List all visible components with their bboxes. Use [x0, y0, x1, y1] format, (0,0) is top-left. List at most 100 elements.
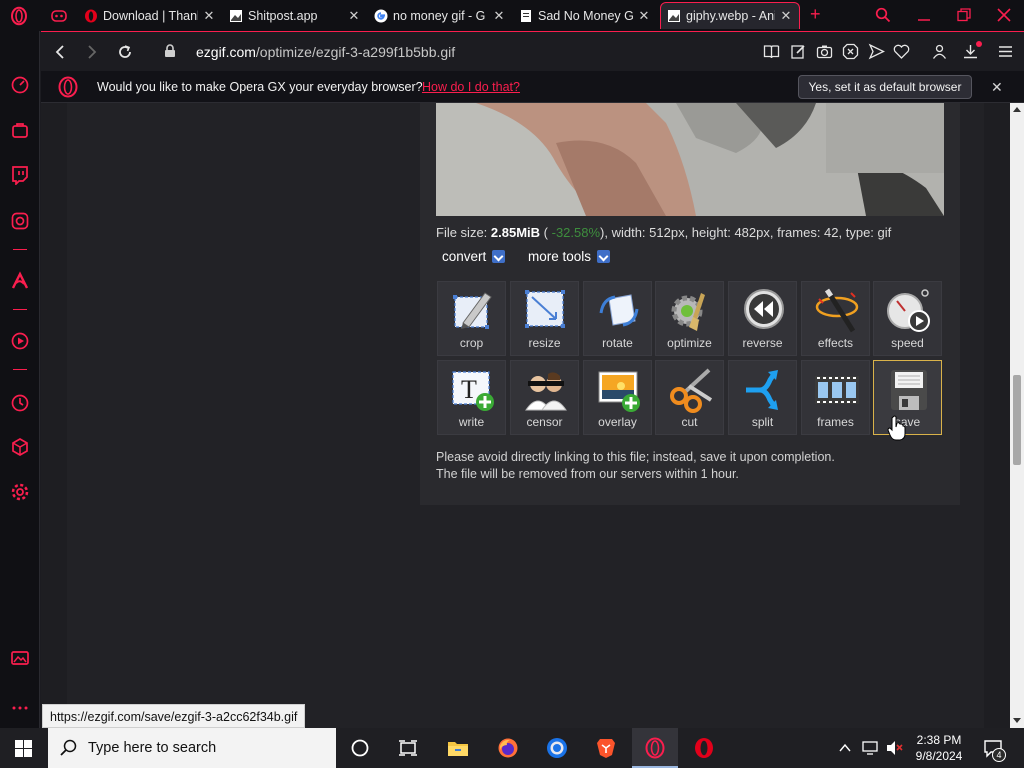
convert-menu[interactable]: convert: [442, 249, 506, 264]
magic-wand-icon: [815, 288, 859, 333]
tool-resize[interactable]: resize: [510, 281, 579, 356]
search-tabs-icon[interactable]: [875, 7, 891, 23]
sidebar-separator: [13, 309, 27, 310]
search-placeholder: Type here to search: [88, 740, 217, 756]
settings-gear-icon[interactable]: [10, 482, 30, 502]
aria-icon[interactable]: [10, 271, 30, 291]
tab-google[interactable]: no money gif - G ✕: [374, 2, 506, 29]
workspaces-icon[interactable]: [50, 8, 68, 24]
close-tab-icon[interactable]: ✕: [492, 8, 506, 24]
scroll-up-icon[interactable]: [1013, 106, 1021, 114]
twitch-icon[interactable]: [10, 165, 30, 185]
speed-dial-icon[interactable]: [10, 75, 30, 95]
tab-sad-no-money[interactable]: Sad No Money G ✕: [519, 2, 651, 29]
more-tools-menu[interactable]: more tools: [528, 249, 611, 264]
page-scrollbar[interactable]: [1010, 103, 1024, 728]
tool-cut[interactable]: cut: [655, 360, 724, 435]
lock-icon[interactable]: [162, 43, 178, 59]
heart-icon[interactable]: [893, 43, 910, 60]
tab-giphy-active[interactable]: giphy.webp - Ani ✕: [660, 2, 800, 29]
tool-save[interactable]: save: [873, 360, 942, 435]
opera-gx-logo-icon[interactable]: [9, 6, 29, 26]
tool-effects[interactable]: effects: [801, 281, 870, 356]
url-field[interactable]: ezgif.com/optimize/ezgif-3-a299f1b5bb.gi…: [196, 44, 455, 60]
size-reduction: -32.58%: [551, 225, 601, 240]
notification-count-badge: 4: [992, 748, 1006, 762]
more-options-icon[interactable]: [10, 698, 30, 718]
tool-label: censor: [526, 415, 563, 429]
adblock-shield-icon[interactable]: [842, 43, 859, 60]
easy-setup-icon[interactable]: [997, 43, 1014, 60]
how-do-i-link[interactable]: How do I do that?: [422, 80, 520, 94]
task-view-icon[interactable]: [397, 737, 419, 759]
more-tools-label: more tools: [528, 249, 592, 264]
shopping-bag-icon[interactable]: [10, 120, 30, 140]
tool-optimize[interactable]: optimize: [655, 281, 724, 356]
tool-censor[interactable]: censor: [510, 360, 579, 435]
close-notification-icon[interactable]: ✕: [991, 79, 1003, 96]
rewind-icon: [744, 289, 784, 329]
scroll-thumb[interactable]: [1013, 375, 1021, 465]
show-hidden-icons-icon[interactable]: [838, 742, 852, 754]
cortana-icon[interactable]: [349, 737, 371, 759]
scroll-down-icon[interactable]: [1013, 716, 1021, 724]
new-tab-button[interactable]: +: [810, 4, 821, 25]
profile-icon[interactable]: [931, 43, 948, 60]
reader-icon[interactable]: [763, 43, 780, 60]
url-domain: ezgif.com: [196, 44, 256, 60]
history-icon[interactable]: [10, 393, 30, 413]
tool-split[interactable]: split: [728, 360, 797, 435]
file-info-paren: (: [540, 225, 552, 240]
firefox-icon[interactable]: [497, 737, 519, 759]
extensions-icon[interactable]: [10, 437, 30, 457]
volume-muted-icon[interactable]: [886, 740, 904, 756]
opera-taskbar-icon[interactable]: [693, 737, 715, 759]
tool-reverse[interactable]: reverse: [728, 281, 797, 356]
taskbar-search-box[interactable]: Type here to search: [48, 728, 336, 768]
file-explorer-icon[interactable]: [447, 737, 469, 759]
notice-line: Please avoid directly linking to this fi…: [436, 450, 835, 464]
minimize-icon[interactable]: [917, 8, 931, 22]
tool-rotate[interactable]: rotate: [583, 281, 652, 356]
reload-icon[interactable]: [115, 42, 135, 62]
close-tab-icon[interactable]: ✕: [202, 8, 216, 24]
wallpaper-icon[interactable]: [10, 648, 30, 668]
opera-gx-taskbar-icon[interactable]: [644, 737, 666, 759]
close-tab-icon[interactable]: ✕: [637, 8, 651, 24]
download-badge-dot: [976, 41, 982, 47]
back-icon[interactable]: [50, 42, 70, 62]
tab-download[interactable]: Download | Thank ✕: [84, 2, 216, 29]
scissors-icon: [670, 368, 713, 413]
sidebar-separator: [13, 369, 27, 370]
system-clock[interactable]: 2:38 PM 9/8/2024: [910, 732, 968, 764]
tab-title: no money gif - G: [393, 8, 486, 23]
default-browser-notification: Would you like to make Opera GX your eve…: [41, 71, 1024, 103]
camera-icon[interactable]: [816, 43, 833, 60]
tab-strip: Download | Thank ✕ Shitpost.app ✕ no mon…: [0, 0, 1024, 31]
set-default-browser-button[interactable]: Yes, set it as default browser: [798, 75, 972, 99]
close-tab-icon[interactable]: ✕: [347, 8, 361, 24]
windows-start-icon[interactable]: [15, 740, 32, 757]
forward-icon[interactable]: [82, 42, 102, 62]
tool-crop[interactable]: crop: [437, 281, 506, 356]
tool-label: split: [751, 415, 774, 429]
tab-shitpost[interactable]: Shitpost.app ✕: [229, 2, 361, 29]
sidebar: [0, 31, 40, 728]
instagram-icon[interactable]: [10, 211, 30, 231]
edit-icon[interactable]: [790, 43, 807, 60]
google-icon: [374, 9, 388, 22]
tool-write[interactable]: T write: [437, 360, 506, 435]
chrome-icon[interactable]: [546, 737, 568, 759]
close-window-icon[interactable]: [997, 8, 1011, 22]
tool-overlay[interactable]: overlay: [583, 360, 652, 435]
url-path: /optimize/ezgif-3-a299f1b5bb.gif: [255, 44, 456, 60]
tool-frames[interactable]: frames: [801, 360, 870, 435]
network-icon[interactable]: [862, 740, 880, 756]
player-icon[interactable]: [10, 331, 30, 351]
close-tab-icon[interactable]: ✕: [779, 8, 793, 24]
send-icon[interactable]: [868, 43, 885, 60]
restore-icon[interactable]: [957, 8, 971, 22]
status-link-url: https://ezgif.com/save/ezgif-3-a2cc62f34…: [42, 704, 306, 728]
brave-icon[interactable]: [595, 737, 617, 759]
tool-speed[interactable]: speed: [873, 281, 942, 356]
